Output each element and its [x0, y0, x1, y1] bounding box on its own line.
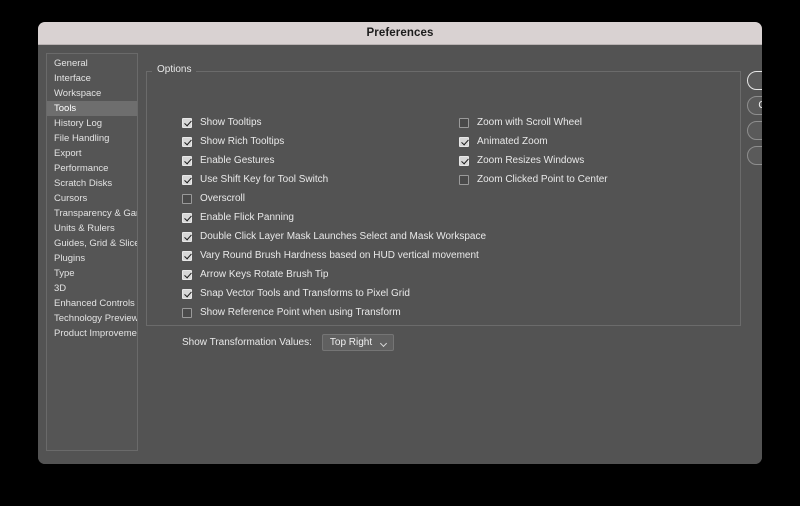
checkbox-unchecked-icon[interactable]: [459, 118, 469, 128]
checkbox-row[interactable]: Show Reference Point when using Transfor…: [182, 303, 472, 322]
sidebar-item-technology-previews[interactable]: Technology Previews: [47, 311, 137, 326]
checkbox-checked-icon[interactable]: [182, 118, 192, 128]
checkbox-row[interactable]: Snap Vector Tools and Transforms to Pixe…: [182, 284, 472, 303]
dialog-title: Preferences: [367, 27, 434, 39]
sidebar-item-product-improvement[interactable]: Product Improvement: [47, 326, 137, 341]
show-transformation-values-value: Top Right: [330, 337, 372, 348]
checkbox-checked-icon[interactable]: [182, 175, 192, 185]
checkbox-row[interactable]: Show Tooltips: [182, 113, 472, 132]
checkbox-row[interactable]: Show Rich Tooltips: [182, 132, 472, 151]
ok-button[interactable]: OK: [747, 71, 762, 90]
checkbox-label: Enable Flick Panning: [200, 212, 294, 223]
checkbox-checked-icon[interactable]: [182, 232, 192, 242]
checkbox-label: Vary Round Brush Hardness based on HUD v…: [200, 250, 479, 261]
checkbox-checked-icon[interactable]: [182, 251, 192, 261]
checkbox-checked-icon[interactable]: [182, 156, 192, 166]
preferences-dialog: Preferences GeneralInterfaceWorkspaceToo…: [38, 22, 762, 464]
dialog-titlebar: Preferences: [38, 22, 762, 45]
checkbox-label: Zoom with Scroll Wheel: [477, 117, 582, 128]
sidebar-item-general[interactable]: General: [47, 56, 137, 71]
checkbox-label: Overscroll: [200, 193, 245, 204]
checkbox-row[interactable]: Animated Zoom: [459, 132, 689, 151]
checkbox-label: Double Click Layer Mask Launches Select …: [200, 231, 486, 242]
checkbox-row[interactable]: Arrow Keys Rotate Brush Tip: [182, 265, 472, 284]
sidebar-item-scratch-disks[interactable]: Scratch Disks: [47, 176, 137, 191]
cancel-button[interactable]: Cancel: [747, 96, 762, 115]
checkbox-label: Show Rich Tooltips: [200, 136, 284, 147]
checkbox-row[interactable]: Double Click Layer Mask Launches Select …: [182, 227, 472, 246]
checkbox-label: Arrow Keys Rotate Brush Tip: [200, 269, 328, 280]
checkbox-unchecked-icon[interactable]: [182, 308, 192, 318]
sidebar-item-transparency-gamut[interactable]: Transparency & Gamut: [47, 206, 137, 221]
show-transformation-values-select[interactable]: Top Right: [322, 334, 394, 351]
checkbox-row[interactable]: Enable Gestures: [182, 151, 472, 170]
sidebar-item-3d[interactable]: 3D: [47, 281, 137, 296]
checkbox-label: Zoom Clicked Point to Center: [477, 174, 608, 185]
sidebar-item-workspace[interactable]: Workspace: [47, 86, 137, 101]
show-transformation-values-row: Show Transformation Values: Top Right: [182, 334, 394, 351]
checkbox-row[interactable]: Zoom Clicked Point to Center: [459, 170, 689, 189]
checkbox-label: Use Shift Key for Tool Switch: [200, 174, 328, 185]
checkbox-row[interactable]: Use Shift Key for Tool Switch: [182, 170, 472, 189]
checkbox-unchecked-icon[interactable]: [182, 194, 192, 204]
sidebar-item-tools[interactable]: Tools: [47, 101, 137, 116]
sidebar-item-guides-grid-slices[interactable]: Guides, Grid & Slices: [47, 236, 137, 251]
options-group-legend: Options: [152, 64, 196, 75]
sidebar-item-type[interactable]: Type: [47, 266, 137, 281]
dialog-button-column: OK Cancel Prev Next: [747, 71, 762, 171]
checkbox-label: Animated Zoom: [477, 136, 548, 147]
checkbox-label: Show Tooltips: [200, 117, 262, 128]
checkbox-label: Show Reference Point when using Transfor…: [200, 307, 401, 318]
checkbox-checked-icon[interactable]: [182, 289, 192, 299]
checkbox-label: Enable Gestures: [200, 155, 275, 166]
checkbox-label: Zoom Resizes Windows: [477, 155, 584, 166]
checkbox-checked-icon[interactable]: [182, 137, 192, 147]
checkbox-row[interactable]: Zoom with Scroll Wheel: [459, 113, 689, 132]
sidebar-item-cursors[interactable]: Cursors: [47, 191, 137, 206]
checkbox-row[interactable]: Vary Round Brush Hardness based on HUD v…: [182, 246, 472, 265]
sidebar-item-file-handling[interactable]: File Handling: [47, 131, 137, 146]
sidebar-item-interface[interactable]: Interface: [47, 71, 137, 86]
checkbox-label: Snap Vector Tools and Transforms to Pixe…: [200, 288, 410, 299]
preferences-category-list[interactable]: GeneralInterfaceWorkspaceToolsHistory Lo…: [46, 53, 138, 451]
checkbox-checked-icon[interactable]: [182, 213, 192, 223]
sidebar-item-enhanced-controls[interactable]: Enhanced Controls: [47, 296, 137, 311]
checkbox-checked-icon[interactable]: [182, 270, 192, 280]
sidebar-item-plugins[interactable]: Plugins: [47, 251, 137, 266]
chevron-down-icon: [381, 341, 387, 345]
checkbox-checked-icon[interactable]: [459, 137, 469, 147]
show-transformation-values-label: Show Transformation Values:: [182, 337, 312, 348]
dialog-body: GeneralInterfaceWorkspaceToolsHistory Lo…: [38, 45, 762, 464]
checkbox-row[interactable]: Overscroll: [182, 189, 472, 208]
options-right-column: Zoom with Scroll Wheel Animated Zoom Zoom …: [459, 113, 689, 189]
options-left-column: Show Tooltips Show Rich Tooltips Enable Ge…: [182, 113, 472, 322]
next-button[interactable]: Next: [747, 146, 762, 165]
checkbox-row[interactable]: Zoom Resizes Windows: [459, 151, 689, 170]
sidebar-item-export[interactable]: Export: [47, 146, 137, 161]
prev-button[interactable]: Prev: [747, 121, 762, 140]
checkbox-checked-icon[interactable]: [459, 156, 469, 166]
sidebar-item-history-log[interactable]: History Log: [47, 116, 137, 131]
sidebar-item-performance[interactable]: Performance: [47, 161, 137, 176]
checkbox-unchecked-icon[interactable]: [459, 175, 469, 185]
checkbox-row[interactable]: Enable Flick Panning: [182, 208, 472, 227]
sidebar-item-units-rulers[interactable]: Units & Rulers: [47, 221, 137, 236]
